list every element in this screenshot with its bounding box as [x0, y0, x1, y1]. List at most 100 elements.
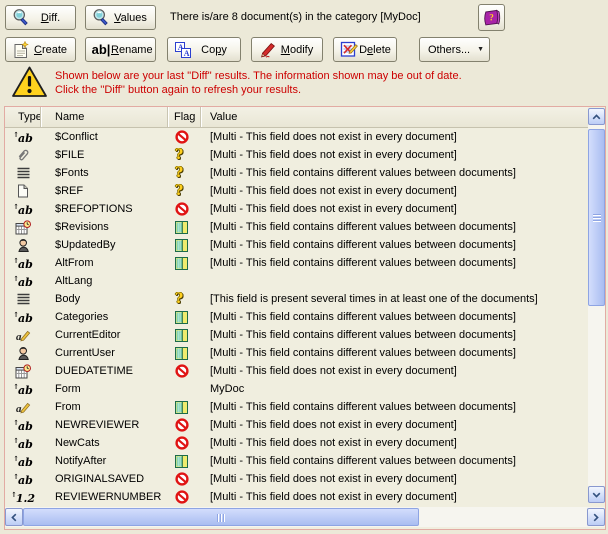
field-value: [Multi - This field does not exist in ev…: [201, 491, 588, 503]
field-name: $Fonts: [41, 167, 168, 179]
column-header-name: Name: [41, 107, 168, 127]
field-name: Body: [41, 293, 168, 305]
create-button[interactable]: Create: [5, 37, 76, 62]
field-name: $Revisions: [41, 221, 168, 233]
table-row[interactable]: ↑abAltFrom[Multi - This field contains d…: [5, 254, 588, 272]
table-row[interactable]: DUEDATETIME[Multi - This field does not …: [5, 362, 588, 380]
field-value: [Multi - This field does not exist in ev…: [201, 473, 588, 485]
horizontal-scrollbar-thumb[interactable]: [23, 508, 419, 526]
field-value: [Multi - This field does not exist in ev…: [201, 185, 588, 197]
no-entry-icon: [168, 130, 201, 144]
field-value: [Multi - This field contains different v…: [201, 347, 588, 359]
table-row[interactable]: $FILE?[Multi - This field does not exist…: [5, 146, 588, 164]
field-value: [Multi - This field contains different v…: [201, 167, 588, 179]
table-row[interactable]: $Fonts?[Multi - This field contains diff…: [5, 164, 588, 182]
list-header: Type Name Flag Value: [5, 107, 588, 128]
field-value: [Multi - This field contains different v…: [201, 311, 588, 323]
text-field-icon: ↑ab: [5, 437, 41, 450]
table-row[interactable]: ↑ab$REFOPTIONS[Multi - This field does n…: [5, 200, 588, 218]
text-field-icon: ↑ab: [5, 473, 41, 486]
vertical-scrollbar[interactable]: [588, 108, 605, 503]
table-row[interactable]: $Revisions[Multi - This field contains d…: [5, 218, 588, 236]
field-name: DUEDATETIME: [41, 365, 168, 377]
multi-table-icon: [168, 311, 201, 324]
field-value: [Multi - This field contains different v…: [201, 239, 588, 251]
values-button[interactable]: Values: [85, 5, 156, 30]
field-name: $REFOPTIONS: [41, 203, 168, 215]
scroll-down-button[interactable]: [588, 486, 605, 503]
field-value: [Multi - This field contains different v…: [201, 329, 588, 341]
no-entry-icon: [168, 418, 201, 432]
person-icon: [5, 346, 41, 360]
question-flag-icon: ?: [168, 148, 201, 162]
table-row[interactable]: ↑abFormMyDoc: [5, 380, 588, 398]
magnifier-diff-icon: [11, 8, 31, 28]
table-row[interactable]: $REF?[Multi - This field does not exist …: [5, 182, 588, 200]
number-field-icon: ↑1.2: [5, 491, 41, 504]
others-dropdown-button[interactable]: Others... ▼: [419, 37, 490, 62]
table-row[interactable]: ↑abNotifyAfter[Multi - This field contai…: [5, 452, 588, 470]
table-row[interactable]: $UpdatedBy[Multi - This field contains d…: [5, 236, 588, 254]
field-value: MyDoc: [201, 383, 588, 395]
table-row[interactable]: ↑abORIGINALSAVED[Multi - This field does…: [5, 470, 588, 488]
table-row[interactable]: ↑1.2REVIEWERNUMBER [Multi - This field do…: [5, 488, 588, 506]
authors-icon: a: [5, 329, 41, 342]
table-row[interactable]: aCurrentEditor[Multi - This field contai…: [5, 326, 588, 344]
table-row[interactable]: CurrentUser [Multi - This field contains …: [5, 344, 588, 362]
datetime-icon: [5, 364, 41, 379]
modify-button[interactable]: Modify: [251, 37, 323, 62]
rename-button[interactable]: ab| Rename: [85, 37, 156, 62]
horizontal-scrollbar[interactable]: [5, 507, 605, 527]
multi-table-icon: [168, 257, 201, 270]
rename-ab-cursor-icon: ab|: [91, 40, 111, 60]
field-name: REVIEWERNUMBER: [41, 491, 168, 503]
table-row[interactable]: Body?[This field is present several time…: [5, 290, 588, 308]
column-header-flag: Flag: [168, 107, 201, 127]
warning-triangle-icon: [11, 65, 48, 102]
field-name: CurrentUser: [41, 347, 168, 359]
svg-text:?: ?: [489, 12, 494, 22]
table-row[interactable]: aFrom[Multi - This field contains differ…: [5, 398, 588, 416]
table-row[interactable]: ↑abCategories [Multi - This field contain…: [5, 308, 588, 326]
no-entry-icon: [168, 490, 201, 504]
question-flag-icon: ?: [168, 292, 201, 306]
question-flag-icon: ?: [168, 184, 201, 198]
help-button[interactable]: ?: [478, 4, 505, 31]
copy-button[interactable]: AA Copy: [167, 37, 241, 62]
multi-table-icon: [168, 239, 201, 252]
field-name: NewCats: [41, 437, 168, 449]
multi-table-icon: [168, 347, 201, 360]
multi-table-icon: [168, 455, 201, 468]
table-row[interactable]: ↑abNEWREVIEWER[Multi - This field does n…: [5, 416, 588, 434]
text-field-icon: ↑ab: [5, 383, 41, 396]
chevron-down-icon: ▼: [477, 46, 484, 53]
field-value: [Multi - This field does not exist in ev…: [201, 419, 588, 431]
field-name: NEWREVIEWER: [41, 419, 168, 431]
person-icon: [5, 238, 41, 252]
table-row[interactable]: ↑ab$Conflict[Multi - This field does not…: [5, 128, 588, 146]
scroll-up-button[interactable]: [588, 108, 605, 125]
delete-button-label: Delete: [359, 44, 391, 56]
new-document-icon: [11, 40, 31, 60]
scroll-right-button[interactable]: [587, 508, 605, 526]
field-value: [Multi - This field contains different v…: [201, 455, 588, 467]
richtext-icon: [5, 293, 41, 305]
no-entry-icon: [168, 436, 201, 450]
vertical-scrollbar-thumb[interactable]: [588, 129, 605, 306]
scroll-left-button[interactable]: [5, 508, 23, 526]
svg-text:A: A: [184, 48, 190, 57]
table-row[interactable]: ↑abNewCats[Multi - This field does not e…: [5, 434, 588, 452]
field-name: Categories: [41, 311, 168, 323]
text-field-icon: ↑ab: [5, 311, 41, 324]
table-row[interactable]: ↑abAltLang: [5, 272, 588, 290]
values-button-label: Values: [111, 12, 150, 24]
others-button-label: Others...: [425, 44, 473, 56]
create-button-label: Create: [31, 44, 70, 56]
magnifier-values-icon: [91, 8, 111, 28]
diff-button[interactable]: Diff.: [5, 5, 76, 30]
diff-results-dialog: Diff. Values There is/are 8 document(s) …: [0, 0, 608, 534]
delete-button[interactable]: Delete: [333, 37, 397, 62]
rename-button-label: Rename: [111, 44, 153, 56]
question-flag-icon: ?: [168, 166, 201, 180]
field-name: From: [41, 401, 168, 413]
